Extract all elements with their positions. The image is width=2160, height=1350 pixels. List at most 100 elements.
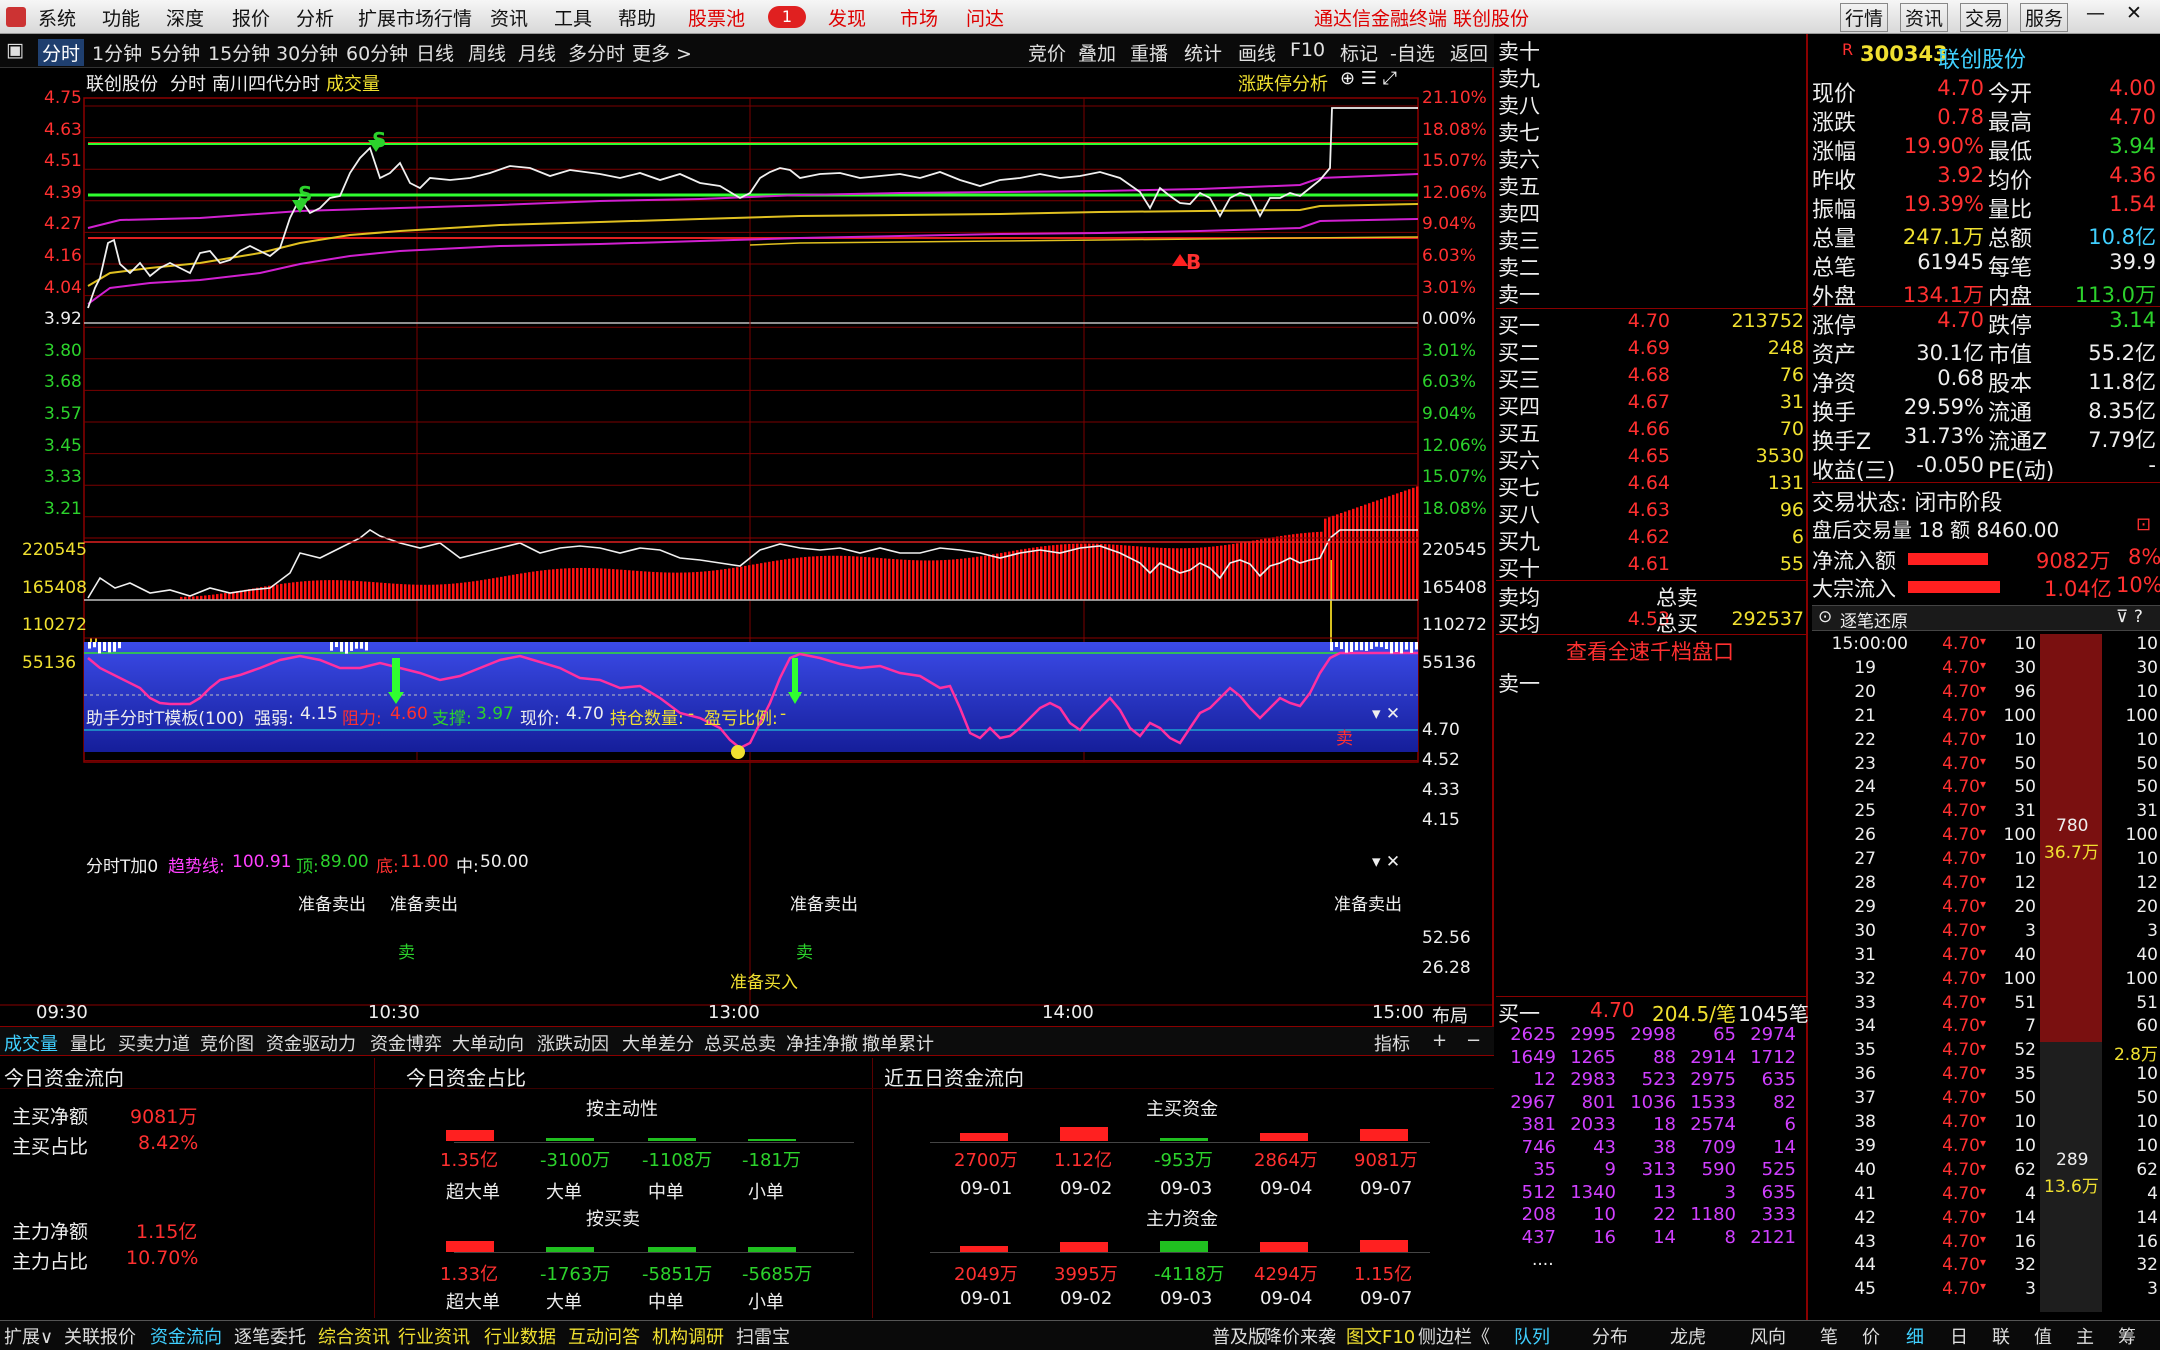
period-1min[interactable]: 1分钟 [92, 39, 142, 66]
bottom-tab[interactable]: 净挂净撤 [786, 1030, 858, 1056]
ind2-top-bar [350, 642, 353, 651]
period-intraday[interactable]: 分时 [38, 39, 85, 66]
tool-auction[interactable]: 竞价 [1028, 39, 1066, 66]
menu-quote[interactable]: 报价 [232, 4, 270, 31]
tab-service[interactable]: 服务 [2020, 3, 2069, 32]
remove-icon[interactable]: − [1466, 1030, 1481, 1051]
ind1-close-icon[interactable]: ▾ ✕ [1372, 704, 1400, 724]
status-tab[interactable]: 逐笔委托 [234, 1323, 306, 1349]
queue-more[interactable]: .... [1532, 1250, 1554, 1270]
add-icon[interactable]: + [1432, 1030, 1447, 1051]
period-15min[interactable]: 15分钟 [208, 39, 270, 66]
status-right-tab[interactable]: 日 [1950, 1323, 1968, 1349]
status-mid-item[interactable]: 图文F10 [1346, 1323, 1415, 1349]
status-right-tab[interactable]: 值 [2034, 1323, 2052, 1349]
status-tab[interactable]: 综合资讯 [318, 1323, 390, 1349]
tick-time: 20 [1854, 681, 1876, 702]
bottom-tab[interactable]: 大单动向 [452, 1030, 524, 1056]
status-mid-item[interactable]: 降价来袭 [1264, 1323, 1336, 1349]
tool-watchlist[interactable]: -自选 [1390, 39, 1435, 66]
period-more[interactable]: 更多 > [632, 39, 692, 66]
queue-cell: 2121 [1750, 1226, 1796, 1248]
bottom-tab[interactable]: 撤单累计 [862, 1030, 934, 1056]
bottom-tab[interactable]: 资金博弈 [370, 1030, 442, 1056]
period-30min[interactable]: 30分钟 [276, 39, 338, 66]
status-right-tab[interactable]: 分布 [1592, 1323, 1628, 1349]
layout-button[interactable]: 布局 [1432, 1002, 1468, 1028]
tool-back[interactable]: 返回 [1450, 39, 1488, 66]
menu-function[interactable]: 功能 [102, 4, 140, 31]
period-month[interactable]: 月线 [518, 39, 556, 66]
ind2-close-icon[interactable]: ▾ ✕ [1372, 852, 1400, 872]
status-tab[interactable]: 机构调研 [652, 1323, 724, 1349]
tab-quote[interactable]: 行情 [1840, 3, 1889, 32]
status-right-tab[interactable]: 主 [2076, 1323, 2094, 1349]
ind1-bar [808, 556, 811, 600]
status-mid-item[interactable]: 普及版 [1212, 1323, 1266, 1349]
notification-badge[interactable]: 1 [768, 6, 806, 28]
panel-toggle-icon[interactable]: ▣ [6, 39, 24, 61]
status-tab[interactable]: 行业资讯 [398, 1323, 470, 1349]
ind1-title[interactable]: 助手分时T模板(100) [86, 704, 244, 729]
bottom-tab[interactable]: 涨跌动因 [537, 1030, 609, 1056]
menu-market[interactable]: 市场 [900, 4, 938, 31]
status-tab[interactable]: 关联报价 [64, 1323, 136, 1349]
ticks-collapse-icon[interactable]: ⊙ [1818, 607, 1832, 627]
status-right-tab[interactable]: 筹 [2118, 1323, 2136, 1349]
bottom-tab[interactable]: 总买总卖 [704, 1030, 776, 1056]
status-right-tab[interactable]: 细 [1906, 1323, 1924, 1349]
period-60min[interactable]: 60分钟 [346, 39, 408, 66]
status-tab[interactable]: 行业数据 [484, 1323, 556, 1349]
fast-orderbook-button[interactable]: 查看全速千档盘口 [1566, 636, 1734, 666]
status-right-tab[interactable]: 风向 [1750, 1323, 1786, 1349]
menu-depth[interactable]: 深度 [166, 4, 204, 31]
tab-news[interactable]: 资讯 [1900, 3, 1949, 32]
menu-discover[interactable]: 发现 [828, 4, 866, 31]
period-day[interactable]: 日线 [416, 39, 454, 66]
status-mid-item[interactable]: 侧边栏《 [1418, 1323, 1490, 1349]
menu-ext-market[interactable]: 扩展市场行情 [358, 4, 472, 31]
menu-help[interactable]: 帮助 [618, 4, 656, 31]
menu-analysis[interactable]: 分析 [296, 4, 334, 31]
period-multi[interactable]: 多分时 [568, 39, 625, 66]
status-right-tab[interactable]: 联 [1992, 1323, 2010, 1349]
tool-f10[interactable]: F10 [1290, 39, 1325, 61]
menu-news[interactable]: 资讯 [490, 4, 528, 31]
menu-stock-pool[interactable]: 股票池 [688, 4, 745, 31]
tool-draw[interactable]: 画线 [1238, 39, 1276, 66]
tool-replay[interactable]: 重播 [1130, 39, 1168, 66]
tab-trade[interactable]: 交易 [1960, 3, 2009, 32]
close-icon[interactable]: ✕ [2126, 2, 2142, 24]
status-right-tab[interactable]: 龙虎 [1670, 1323, 1706, 1349]
minimize-icon[interactable]: — [2086, 2, 2105, 24]
status-right-tab[interactable]: 笔 [1820, 1323, 1838, 1349]
bottom-tab[interactable]: 成交量 [4, 1030, 58, 1056]
menu-system[interactable]: 系统 [38, 4, 76, 31]
after-hours-icon[interactable]: ⊡ [2136, 514, 2151, 535]
status-right-tab[interactable]: 队列 [1514, 1323, 1550, 1349]
bottom-tab[interactable]: 量比 [70, 1030, 106, 1056]
quote-label: 总笔 [1812, 256, 1857, 281]
status-right-tab[interactable]: 价 [1862, 1323, 1880, 1349]
tool-overlay[interactable]: 叠加 [1078, 39, 1116, 66]
indicator-button[interactable]: 指标 [1374, 1030, 1410, 1056]
menu-ask[interactable]: 问达 [966, 4, 1004, 31]
bottom-tab[interactable]: 大单差分 [622, 1030, 694, 1056]
status-tab[interactable]: 扩展∨ [4, 1323, 53, 1349]
bottom-tab[interactable]: 竞价图 [200, 1030, 254, 1056]
tool-mark[interactable]: 标记 [1340, 39, 1378, 66]
ind1-bar [976, 556, 979, 600]
period-week[interactable]: 周线 [468, 39, 506, 66]
tool-stats[interactable]: 统计 [1184, 39, 1222, 66]
ind2-title[interactable]: 分时T加0 [86, 852, 158, 877]
quote-label-b: 资产 [1812, 343, 1857, 368]
status-tab[interactable]: 互动问答 [568, 1323, 640, 1349]
status-tab[interactable]: 扫雷宝 [736, 1323, 790, 1349]
status-tab[interactable]: 资金流向 [150, 1323, 222, 1349]
ticks-filter-icon[interactable]: ⊽ ? [2116, 607, 2143, 627]
bottom-tab[interactable]: 买卖力道 [118, 1030, 190, 1056]
pct-tick: 0.00% [1422, 309, 1477, 330]
period-5min[interactable]: 5分钟 [150, 39, 200, 66]
bottom-tab[interactable]: 资金驱动力 [266, 1030, 356, 1056]
menu-tools[interactable]: 工具 [554, 4, 592, 31]
